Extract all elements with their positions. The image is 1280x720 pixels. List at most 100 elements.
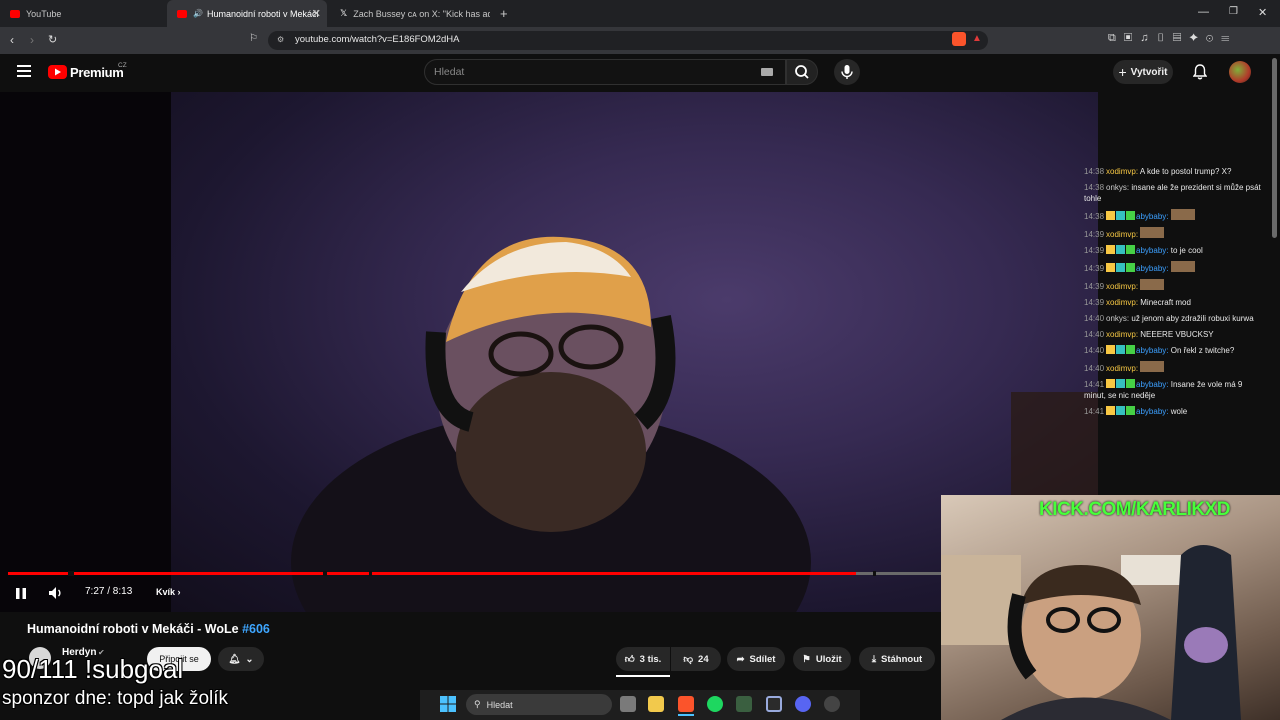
chat-timestamp: 14:40: [1084, 314, 1105, 323]
chat-timestamp: 14:39: [1084, 230, 1105, 239]
region-code: CZ: [118, 62, 127, 69]
app-icon[interactable]: [766, 696, 782, 712]
close-window-button[interactable]: ✕: [1258, 6, 1267, 19]
brave-shield-icon[interactable]: [952, 32, 966, 46]
star-badge-icon: [1126, 345, 1136, 354]
chat-message: 14:39 abybaby: to je cool: [1084, 245, 1266, 256]
avatar[interactable]: [1229, 61, 1251, 83]
chat-username: abybaby:: [1136, 380, 1171, 389]
back-icon[interactable]: ‹: [10, 33, 14, 47]
chat-username: abybaby:: [1136, 246, 1171, 255]
volume-button[interactable]: [48, 586, 64, 600]
download-icon: ⤓: [871, 653, 877, 665]
video-title: Humanoidní roboti v Mekáči - WoLe #606: [27, 622, 270, 636]
pause-button[interactable]: [15, 587, 27, 600]
webcam-overlay: [941, 495, 1280, 720]
chat-message: 14:41 abybaby: wole: [1084, 406, 1266, 417]
speaker-icon: 🔊: [193, 9, 203, 18]
brave-browser-icon[interactable]: [678, 696, 694, 712]
bookmark-icon: ⚑: [802, 653, 811, 665]
dislike-count: 24: [698, 653, 709, 665]
x-logo-icon: 𝕏: [340, 8, 348, 18]
new-tab-button[interactable]: +: [500, 6, 508, 21]
tab-label: Humanoidní roboti v Mekáči: [206, 8, 319, 19]
restore-button[interactable]: ❐: [1229, 6, 1238, 17]
emote-image: [1170, 261, 1195, 272]
chat-timestamp: 14:41: [1084, 407, 1105, 416]
chat-username: xodimvp:: [1106, 330, 1141, 339]
menu-icon[interactable]: [17, 65, 31, 77]
search-button[interactable]: [786, 59, 818, 85]
chat-message: 14:38 xodimvp: A kde to postol trump? X?: [1084, 166, 1266, 177]
save-button[interactable]: ⚑ Uložit: [793, 647, 851, 671]
download-button[interactable]: ⤓ Stáhnout: [859, 647, 935, 671]
chat-timestamp: 14:40: [1084, 346, 1105, 355]
close-icon[interactable]: ✕: [312, 7, 321, 20]
create-label: Vytvořit: [1130, 66, 1168, 78]
dislike-button[interactable]: 👎︎ 24: [671, 647, 721, 671]
task-view-icon[interactable]: [620, 696, 636, 712]
chat-message: 14:40 onkys: už jenom aby zdražili robuxi…: [1084, 313, 1266, 324]
forward-icon[interactable]: ›: [30, 33, 34, 47]
spotify-icon[interactable]: [707, 696, 723, 712]
chat-text: On řekl z twitche?: [1170, 346, 1235, 355]
share-label: Sdílet: [749, 653, 776, 665]
chat-timestamp: 14:40: [1084, 364, 1105, 373]
chapter-button[interactable]: Kvík ›: [156, 587, 181, 597]
chapter-gap: [873, 571, 876, 576]
chat-username: xodimvp:: [1106, 167, 1140, 176]
chat-message: 14:39 xodimvp:: [1084, 279, 1266, 292]
chat-username: xodimvp:: [1106, 298, 1141, 307]
file-explorer-icon[interactable]: [648, 696, 664, 712]
tab-youtube[interactable]: YouTube: [0, 0, 165, 27]
minimize-button[interactable]: —: [1198, 6, 1209, 18]
plus-icon: +: [1118, 64, 1127, 80]
chat-timestamp: 14:39: [1084, 298, 1105, 307]
youtube-logo-icon[interactable]: [48, 65, 67, 79]
create-button[interactable]: + Vytvořit: [1113, 60, 1173, 84]
grid-badge-icon: [1116, 379, 1126, 388]
chat-username: xodimvp:: [1106, 230, 1141, 239]
app-icon[interactable]: [824, 696, 840, 712]
crown-badge-icon: [1106, 379, 1116, 388]
chat-text: wole: [1170, 407, 1188, 416]
bell-icon: 🔔︎: [228, 653, 241, 665]
thumbs-up-icon: 👍︎: [624, 654, 635, 665]
keyboard-icon[interactable]: [761, 68, 773, 76]
share-button[interactable]: ➦ Sdílet: [727, 647, 785, 671]
chat-text: A kde to postol trump? X?: [1139, 167, 1232, 176]
search-input[interactable]: [424, 59, 786, 85]
premium-logo-text[interactable]: Premium: [70, 65, 124, 80]
brave-rewards-icon[interactable]: ▲: [972, 33, 982, 44]
discord-icon[interactable]: [795, 696, 811, 712]
emote-image: [1140, 279, 1165, 290]
subscribe-notification-button[interactable]: 🔔︎ ⌄: [218, 647, 264, 671]
windows-start-icon[interactable]: [440, 696, 456, 712]
progress-played: [8, 572, 857, 575]
search-icon: ⚲: [474, 699, 481, 709]
tab-x-post[interactable]: 𝕏 Zach Bussey ᴄᴀ on X: "Kick has added: [330, 0, 490, 27]
star-badge-icon: [1126, 245, 1136, 254]
chat-text: už jenom aby zdražili robuxi kurwa: [1131, 314, 1254, 323]
bookmark-icon[interactable]: ⚐: [249, 33, 258, 44]
page-scrollbar[interactable]: [1272, 58, 1277, 238]
chat-message: 14:39 xodimvp: Minecraft mod: [1084, 297, 1266, 308]
video-hashtag[interactable]: #606: [242, 622, 270, 636]
download-label: Stáhnout: [881, 653, 923, 665]
browser-extension-icons[interactable]: ⧉▣♫▯▤✦⊙☰: [1108, 32, 1237, 45]
taskbar-search-placeholder: Hledat: [486, 699, 513, 710]
reload-icon[interactable]: ↻: [48, 33, 57, 46]
notifications-icon[interactable]: [1193, 64, 1207, 80]
site-info-icon[interactable]: ⚙: [277, 35, 284, 44]
star-badge-icon: [1126, 379, 1136, 388]
taskbar-search[interactable]: ⚲ Hledat: [466, 694, 612, 715]
app-icon[interactable]: [736, 696, 752, 712]
chat-username: onkys:: [1106, 183, 1132, 192]
like-button[interactable]: 👍︎ 3 tis.: [616, 647, 670, 671]
emote-image: [1140, 227, 1165, 238]
tab-active-video[interactable]: 🔊 Humanoidní roboti v Mekáči ✕: [167, 0, 327, 27]
crown-badge-icon: [1106, 263, 1116, 272]
voice-search-button[interactable]: [834, 59, 860, 85]
url-text[interactable]: youtube.com/watch?v=E186FOM2dHA: [295, 34, 460, 45]
crown-badge-icon: [1106, 211, 1116, 220]
